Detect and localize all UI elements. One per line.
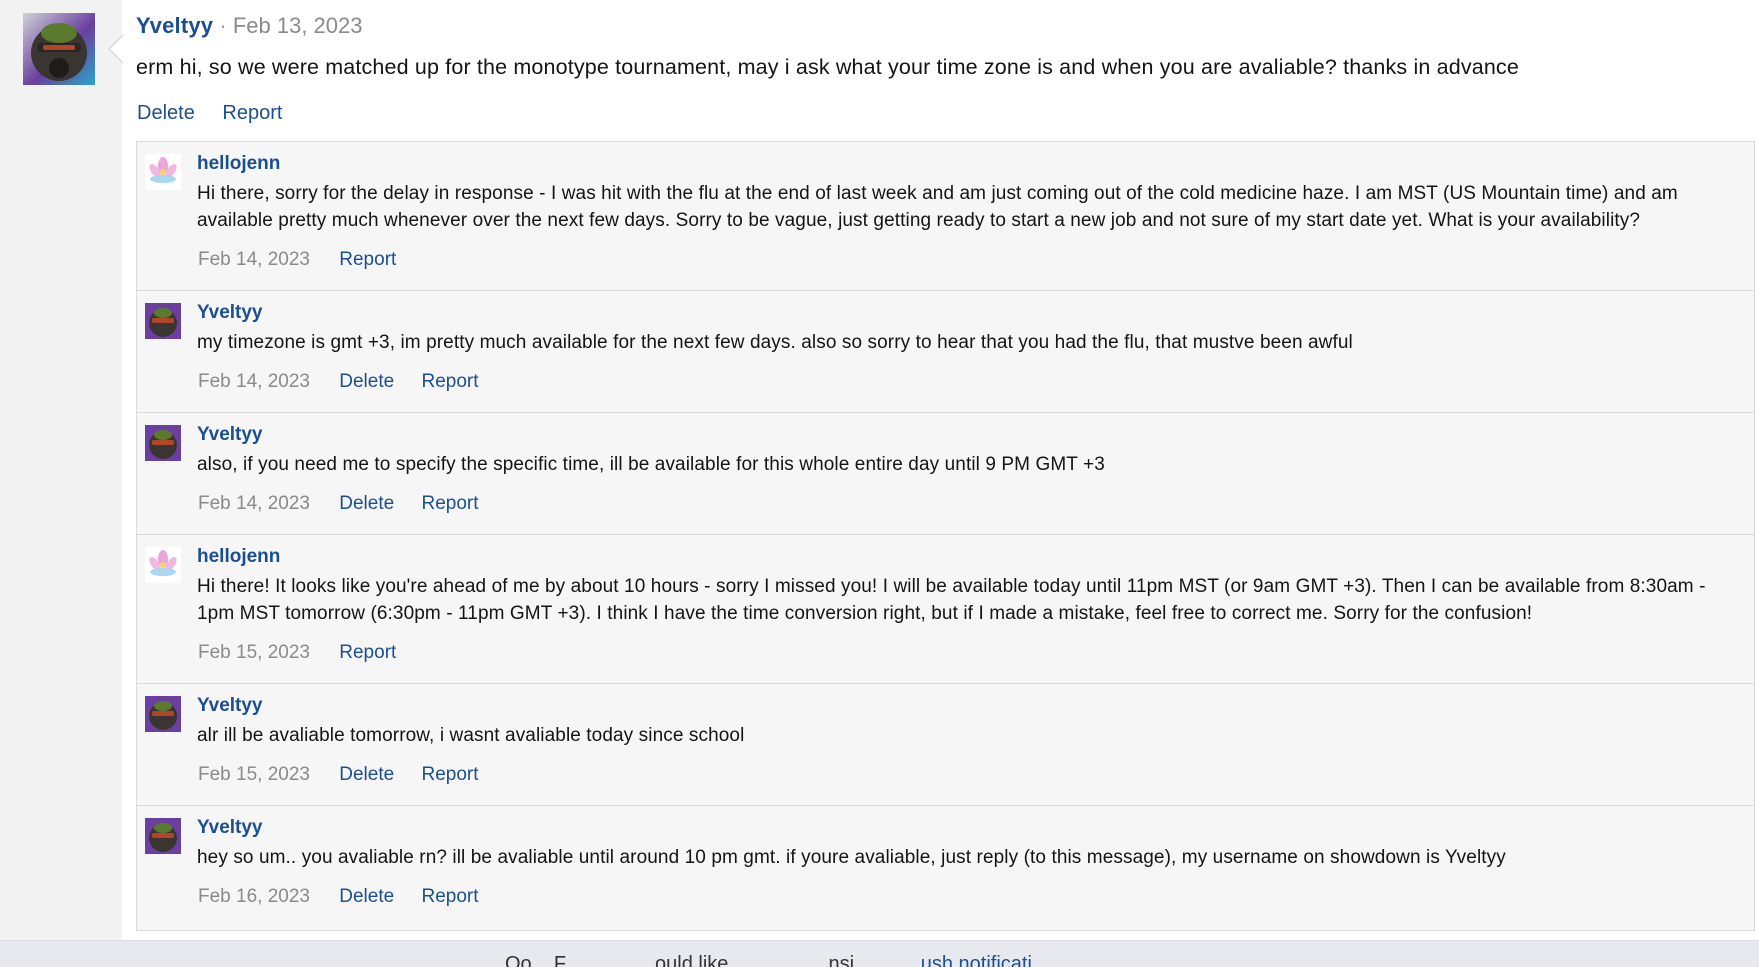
push-notification-banner: Oo F ould like nsi ush notificati xyxy=(0,940,1759,967)
comment-actions: Feb 14, 2023 Delete Report xyxy=(198,493,501,515)
lotus-icon xyxy=(145,547,181,583)
comment-date[interactable]: Feb 14, 2023 xyxy=(198,249,310,270)
delete-button[interactable]: Delete xyxy=(137,102,195,124)
comment-text: hey so um.. you avaliable rn? ill be ava… xyxy=(197,847,1506,868)
comment-actions: Feb 14, 2023 Report xyxy=(198,249,418,271)
comment-username[interactable]: Yveltyy xyxy=(197,695,263,717)
comment-actions: Feb 16, 2023 Delete Report xyxy=(198,886,501,908)
banner-text-start: Oo xyxy=(505,953,532,967)
report-button[interactable]: Report xyxy=(421,764,478,785)
banner-text-mid: F xyxy=(553,953,567,967)
comment-date[interactable]: Feb 15, 2023 xyxy=(198,764,310,785)
delete-button[interactable]: Delete xyxy=(339,493,394,514)
comment-list: hellojenn Hi there, sorry for the delay … xyxy=(136,141,1755,931)
post-header: Yveltyy · Feb 13, 2023 xyxy=(136,13,363,39)
comment-date[interactable]: Feb 16, 2023 xyxy=(198,886,310,907)
comment-date[interactable]: Feb 15, 2023 xyxy=(198,642,310,663)
avatar[interactable] xyxy=(145,696,181,732)
banner-text-rest: ould like xyxy=(655,953,729,967)
comment-item: hellojenn Hi there, sorry for the delay … xyxy=(137,142,1754,291)
avatar[interactable] xyxy=(145,818,181,854)
post-pointer xyxy=(108,34,124,64)
banner-text: Oo F ould like nsi ush notificati xyxy=(505,953,1032,967)
robot-avatar-icon xyxy=(23,13,95,85)
post-username[interactable]: Yveltyy xyxy=(136,13,213,38)
comment-item: Yveltyy alr ill be avaliable tomorrow, i… xyxy=(137,684,1754,806)
comment-text: also, if you need me to specify the spec… xyxy=(197,454,1105,475)
comment-actions: Feb 15, 2023 Delete Report xyxy=(198,764,501,786)
comment-text: alr ill be avaliable tomorrow, i wasnt a… xyxy=(197,725,745,746)
comment-username[interactable]: Yveltyy xyxy=(197,302,263,324)
post-actions: Delete Report xyxy=(137,102,304,125)
comment-text: Hi there, sorry for the delay in respons… xyxy=(197,183,1678,231)
comment-item: Yveltyy also, if you need me to specify … xyxy=(137,413,1754,535)
avatar[interactable] xyxy=(23,13,95,85)
lotus-icon xyxy=(145,154,181,190)
separator: · xyxy=(219,13,227,38)
avatar[interactable] xyxy=(145,547,181,583)
robot-avatar-icon xyxy=(145,425,181,461)
avatar[interactable] xyxy=(145,303,181,339)
comment-item: Yveltyy hey so um.. you avaliable rn? il… xyxy=(137,806,1754,930)
comment-item: hellojenn Hi there! It looks like you're… xyxy=(137,535,1754,684)
robot-avatar-icon xyxy=(145,303,181,339)
comment-actions: Feb 15, 2023 Report xyxy=(198,642,418,664)
robot-avatar-icon xyxy=(145,818,181,854)
report-button[interactable]: Report xyxy=(421,886,478,907)
report-button[interactable]: Report xyxy=(222,102,282,124)
comment-date[interactable]: Feb 14, 2023 xyxy=(198,493,310,514)
banner-text-tail: nsi xyxy=(828,953,855,967)
comment-username[interactable]: hellojenn xyxy=(197,546,280,568)
enable-push-link[interactable]: ush notificati xyxy=(921,953,1032,967)
report-button[interactable]: Report xyxy=(339,642,396,663)
comment-text: Hi there! It looks like you're ahead of … xyxy=(197,576,1706,624)
comment-text: my timezone is gmt +3, im pretty much av… xyxy=(197,332,1353,353)
avatar[interactable] xyxy=(145,154,181,190)
comment-username[interactable]: hellojenn xyxy=(197,153,280,175)
comment-username[interactable]: Yveltyy xyxy=(197,424,263,446)
post-text: erm hi, so we were matched up for the mo… xyxy=(136,55,1519,79)
report-button[interactable]: Report xyxy=(339,249,396,270)
delete-button[interactable]: Delete xyxy=(339,764,394,785)
report-button[interactable]: Report xyxy=(421,371,478,392)
comment-item: Yveltyy my timezone is gmt +3, im pretty… xyxy=(137,291,1754,413)
delete-button[interactable]: Delete xyxy=(339,371,394,392)
delete-button[interactable]: Delete xyxy=(339,886,394,907)
comment-actions: Feb 14, 2023 Delete Report xyxy=(198,371,501,393)
report-button[interactable]: Report xyxy=(421,493,478,514)
comment-username[interactable]: Yveltyy xyxy=(197,817,263,839)
post-date[interactable]: Feb 13, 2023 xyxy=(233,13,363,38)
avatar[interactable] xyxy=(145,425,181,461)
left-gutter xyxy=(0,0,122,966)
comment-date[interactable]: Feb 14, 2023 xyxy=(198,371,310,392)
robot-avatar-icon xyxy=(145,696,181,732)
